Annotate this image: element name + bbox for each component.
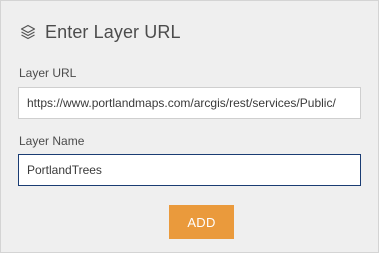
layer-name-label: Layer Name <box>19 134 85 148</box>
layer-url-input[interactable] <box>18 87 361 119</box>
panel-header: Enter Layer URL <box>19 19 181 45</box>
add-button[interactable]: ADD <box>169 205 234 239</box>
panel-title: Enter Layer URL <box>45 21 181 42</box>
layers-icon <box>19 23 37 41</box>
layer-url-label: Layer URL <box>19 66 77 80</box>
layer-name-input[interactable] <box>18 154 361 186</box>
enter-layer-url-panel: Enter Layer URL Layer URL Layer Name ADD <box>0 0 379 253</box>
